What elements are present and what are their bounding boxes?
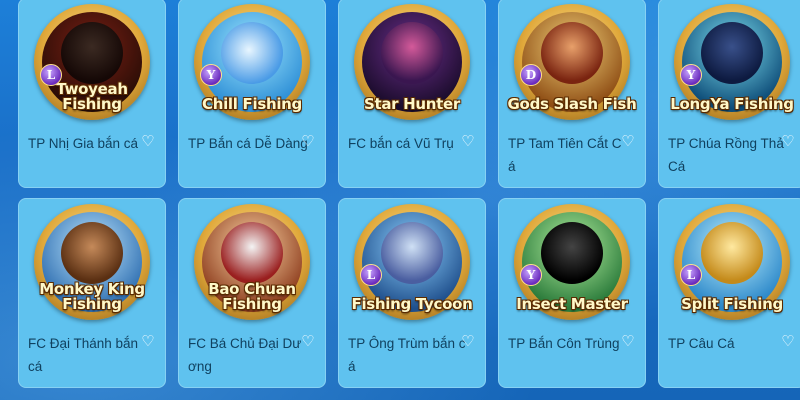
game-thumbnail[interactable]: Bao Chuan Fishing [178,198,326,326]
game-title: TP Bắn cá Dễ Dàng [188,136,308,151]
provider-badge: Y [200,64,222,86]
game-title: TP Ông Trùm bắn cá [348,336,466,374]
game-logo: Insect Master [516,295,628,313]
game-logo: Gods Slash Fish [507,95,637,113]
game-title: TP Nhị Gia bắn cá [28,136,139,151]
provider-badge: Y [520,264,542,286]
game-card[interactable]: Monkey King Fishing FC Đại Thánh bắn cá … [18,198,166,388]
heart-outline-icon[interactable]: ♡ [460,334,476,350]
game-card[interactable]: L Twoyeah Fishing TP Nhị Gia bắn cá ♡ [18,0,166,188]
game-logo: Chill Fishing [202,95,302,113]
game-medal: D Gods Slash Fish [508,4,637,120]
game-thumbnail[interactable]: Y LongYa Fishing [658,0,800,126]
game-medal: L Fishing Tycoon [352,204,473,320]
game-logo: Monkey King Fishing [39,280,145,313]
game-logo: Bao Chuan Fishing [208,280,296,313]
game-medal: Monkey King Fishing [34,204,150,320]
character-art [701,222,763,284]
character-art [541,22,603,84]
game-logo: Star Hunter [363,95,461,113]
game-logo: Fishing Tycoon [351,295,473,313]
game-card[interactable]: Y Insect Master TP Bắn Côn Trùng ♡ [498,198,646,388]
provider-badge: Y [680,64,702,86]
game-medal: Y Insect Master [514,204,630,320]
heart-outline-icon[interactable]: ♡ [620,134,636,150]
heart-outline-icon[interactable]: ♡ [460,134,476,150]
game-thumbnail[interactable]: L Split Fishing [658,198,800,326]
game-card[interactable]: Star Hunter FC bắn cá Vũ Trụ ♡ [338,0,486,188]
game-card[interactable]: L Split Fishing TP Câu Cá ♡ [658,198,800,388]
game-card[interactable]: Y Chill Fishing TP Bắn cá Dễ Dàng ♡ [178,0,326,188]
game-card[interactable]: Bao Chuan Fishing FC Bá Chủ Đại Dương ♡ [178,198,326,388]
game-medal: Y Chill Fishing [194,4,310,120]
game-thumbnail[interactable]: L Fishing Tycoon [338,198,486,326]
game-medal: Star Hunter [354,4,470,120]
game-logo: Split Fishing [681,295,783,313]
character-art [221,22,283,84]
game-title: TP Chúa Rồng Thả Cá [668,136,784,174]
character-art [541,222,603,284]
game-medal: L Split Fishing [674,204,790,320]
game-thumbnail[interactable]: D Gods Slash Fish [498,0,646,126]
game-thumbnail[interactable]: Y Insect Master [498,198,646,326]
character-art [381,22,443,84]
game-thumbnail[interactable]: L Twoyeah Fishing [18,0,166,126]
provider-badge: L [360,264,382,286]
character-art [221,222,283,284]
provider-badge: L [680,264,702,286]
character-art [381,222,443,284]
game-thumbnail[interactable]: Y Chill Fishing [178,0,326,126]
game-title: FC bắn cá Vũ Trụ [348,136,454,151]
heart-outline-icon[interactable]: ♡ [780,334,796,350]
heart-outline-icon[interactable]: ♡ [620,334,636,350]
game-thumbnail[interactable]: Star Hunter [338,0,486,126]
provider-badge: D [520,64,542,86]
heart-outline-icon[interactable]: ♡ [780,134,796,150]
game-medal: Y LongYa Fishing [670,4,794,120]
game-title: TP Câu Cá [668,336,735,351]
game-logo: LongYa Fishing [670,95,794,113]
game-title: FC Bá Chủ Đại Dương [188,336,302,374]
provider-badge: L [40,64,62,86]
game-medal: Bao Chuan Fishing [194,204,310,320]
game-title: TP Bắn Côn Trùng [508,336,620,351]
heart-outline-icon[interactable]: ♡ [140,334,156,350]
game-title: TP Tam Tiên Cắt Cá [508,136,622,174]
game-card[interactable]: L Fishing Tycoon TP Ông Trùm bắn cá ♡ [338,198,486,388]
character-art [61,222,123,284]
game-card[interactable]: D Gods Slash Fish TP Tam Tiên Cắt Cá ♡ [498,0,646,188]
heart-outline-icon[interactable]: ♡ [140,134,156,150]
game-card[interactable]: Y LongYa Fishing TP Chúa Rồng Thả Cá ♡ [658,0,800,188]
character-art [701,22,763,84]
heart-outline-icon[interactable]: ♡ [300,134,316,150]
game-logo: Twoyeah Fishing [56,80,128,113]
heart-outline-icon[interactable]: ♡ [300,334,316,350]
character-art [61,22,123,84]
game-grid: L Twoyeah Fishing TP Nhị Gia bắn cá ♡ Y … [0,0,800,400]
game-title: FC Đại Thánh bắn cá [28,336,139,374]
game-medal: L Twoyeah Fishing [34,4,150,120]
game-thumbnail[interactable]: Monkey King Fishing [18,198,166,326]
